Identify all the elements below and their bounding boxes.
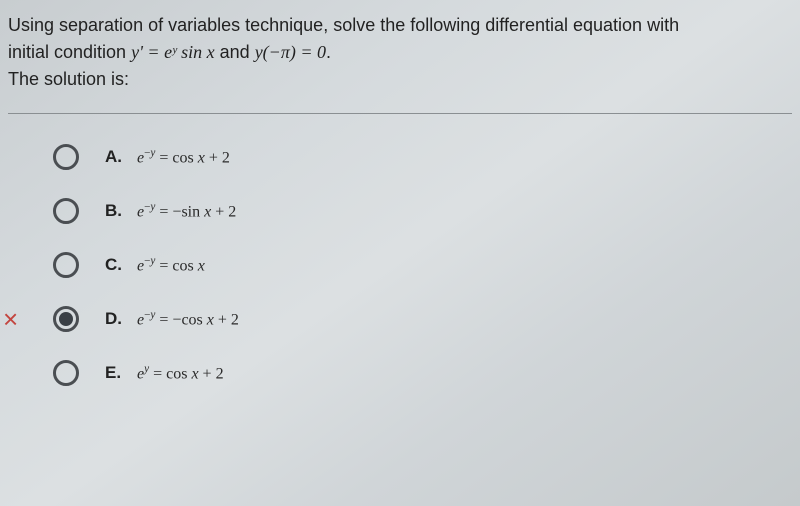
options-group: A. e−y = cos x + 2 B. e−y = −sin x + 2 C… xyxy=(8,144,792,386)
option-math: e−y = cos x xyxy=(137,255,205,275)
option-math: e−y = −sin x + 2 xyxy=(137,201,236,221)
question-line-3: The solution is: xyxy=(8,66,792,93)
option-b[interactable]: B. e−y = −sin x + 2 xyxy=(53,198,792,224)
option-e[interactable]: E. ey = cos x + 2 xyxy=(53,360,792,386)
question-stem: Using separation of variables technique,… xyxy=(8,12,792,93)
option-math: e−y = −cos x + 2 xyxy=(137,309,239,329)
radio-e[interactable] xyxy=(53,360,79,386)
radio-a[interactable] xyxy=(53,144,79,170)
option-c[interactable]: C. e−y = cos x xyxy=(53,252,792,278)
equation-ode: y' = eʸ sin x xyxy=(131,42,215,62)
radio-b[interactable] xyxy=(53,198,79,224)
option-d[interactable]: × D. e−y = −cos x + 2 xyxy=(53,306,792,332)
option-letter: A. xyxy=(105,147,127,167)
option-math: ey = cos x + 2 xyxy=(137,363,224,383)
equation-ic: y(−π) = 0 xyxy=(255,42,326,62)
option-math: e−y = cos x + 2 xyxy=(137,147,230,167)
question-line-1: Using separation of variables technique,… xyxy=(8,12,792,39)
option-a[interactable]: A. e−y = cos x + 2 xyxy=(53,144,792,170)
divider xyxy=(8,113,792,114)
option-letter: C. xyxy=(105,255,127,275)
radio-d[interactable] xyxy=(53,306,79,332)
wrong-marker-icon: × xyxy=(3,306,18,332)
option-letter: E. xyxy=(105,363,127,383)
option-letter: D. xyxy=(105,309,127,329)
option-letter: B. xyxy=(105,201,127,221)
radio-c[interactable] xyxy=(53,252,79,278)
question-line-2: initial condition y' = eʸ sin x and y(−π… xyxy=(8,39,792,66)
